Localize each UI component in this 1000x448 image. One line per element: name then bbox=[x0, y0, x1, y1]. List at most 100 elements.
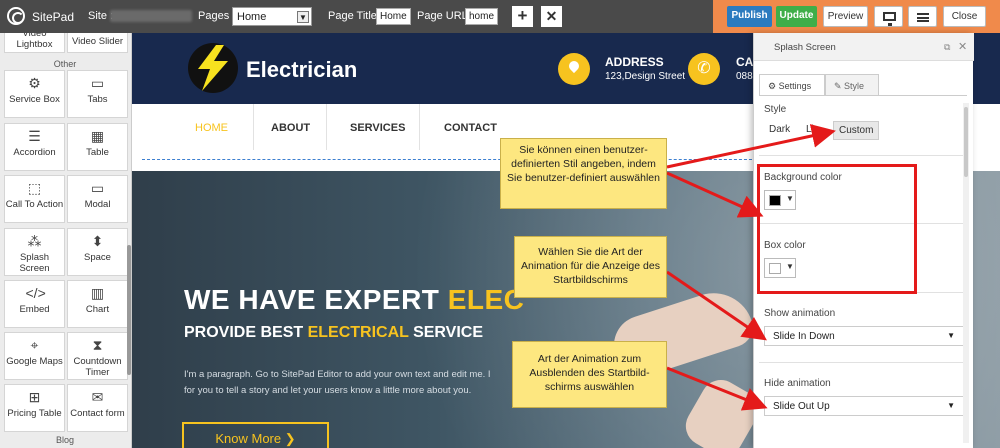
tab-settings[interactable]: ⚙ Settings bbox=[759, 74, 825, 96]
section-other-heading: Other bbox=[53, 59, 77, 69]
panel-scrollbar[interactable] bbox=[963, 103, 969, 443]
widget-label: Contact form bbox=[70, 408, 125, 419]
responsive-view-button[interactable] bbox=[874, 6, 903, 27]
tab-style[interactable]: ✎ Style bbox=[825, 74, 879, 96]
add-page-icon[interactable]: + bbox=[512, 6, 533, 27]
address-text: 123,Design Street bbox=[605, 71, 686, 82]
page-url-input[interactable]: home bbox=[465, 8, 499, 25]
widget-label: Tabs bbox=[87, 94, 108, 105]
table-icon: ▦ bbox=[90, 128, 105, 144]
preview-button[interactable]: Preview bbox=[823, 6, 868, 27]
caret-down-icon: ▼ bbox=[947, 331, 955, 340]
show-animation-value: Slide In Down bbox=[773, 331, 835, 342]
publish-button[interactable]: Publish bbox=[727, 6, 772, 27]
nav-services[interactable]: SERVICES bbox=[350, 122, 405, 134]
widget-pricing-table[interactable]: ⊞ Pricing Table bbox=[4, 384, 65, 432]
nav-about[interactable]: ABOUT bbox=[271, 122, 310, 134]
hide-animation-label: Hide animation bbox=[764, 378, 831, 389]
popout-icon[interactable]: ⧉ bbox=[944, 42, 950, 53]
app-brand: SitePad bbox=[32, 10, 75, 24]
monitor-icon bbox=[883, 12, 896, 26]
divider bbox=[759, 155, 964, 156]
site-brand: Electrician bbox=[246, 57, 358, 82]
know-more-button[interactable]: Know More ❯ bbox=[182, 422, 329, 448]
widget-contact-form[interactable]: ✉ Contact form bbox=[67, 384, 128, 432]
close-button[interactable]: Close bbox=[943, 6, 986, 27]
sitepad-logo-icon bbox=[7, 7, 25, 25]
divider bbox=[759, 362, 964, 363]
nav-home[interactable]: HOME bbox=[195, 122, 228, 134]
callout-hide-animation: Art der Animation zum Ausblenden des Sta… bbox=[512, 341, 667, 408]
address-title: ADDRESS bbox=[605, 55, 664, 69]
hero-heading: WE HAVE EXPERT ELEC bbox=[184, 284, 525, 315]
pages-label: Pages : bbox=[198, 10, 236, 22]
splash-icon: ⁂ bbox=[27, 233, 42, 249]
delete-page-icon[interactable]: ✕ bbox=[541, 6, 562, 27]
widget-video-lightbox[interactable]: Video Lightbox bbox=[4, 33, 65, 53]
tabs-icon: ▭ bbox=[90, 75, 105, 91]
highlight-box bbox=[757, 164, 917, 294]
page-title-input[interactable]: Home bbox=[376, 8, 411, 25]
widget-label: Video Lightbox bbox=[16, 33, 53, 50]
widget-splash-screen[interactable]: ⁂ Splash Screen bbox=[4, 228, 65, 276]
caret-down-icon: ▼ bbox=[947, 401, 955, 410]
show-animation-label: Show animation bbox=[764, 308, 836, 319]
widget-label: Modal bbox=[84, 199, 111, 210]
widget-google-maps[interactable]: ⌖ Google Maps bbox=[4, 332, 65, 380]
widget-table[interactable]: ▦ Table bbox=[67, 123, 128, 171]
show-animation-select[interactable]: Slide In Down ▼ bbox=[764, 326, 964, 346]
close-icon[interactable]: ✕ bbox=[958, 40, 967, 53]
nav-divider bbox=[326, 104, 327, 150]
site-name-blurred bbox=[110, 10, 192, 22]
pricing-icon: ⊞ bbox=[28, 389, 41, 405]
style-option-dark[interactable]: Dark bbox=[769, 124, 790, 135]
update-button[interactable]: Update bbox=[776, 6, 817, 27]
call-title: CA bbox=[736, 55, 754, 69]
nav-contact[interactable]: CONTACT bbox=[444, 122, 497, 134]
sidebar-scrollbar[interactable] bbox=[127, 245, 131, 375]
widget-chart[interactable]: ▥ Chart bbox=[67, 280, 128, 328]
widget-modal[interactable]: ▭ Modal bbox=[67, 175, 128, 223]
page-title-label: Page Title: bbox=[328, 10, 380, 22]
widget-label: Splash Screen bbox=[19, 252, 50, 274]
widget-call-to-action[interactable]: ⬚ Call To Action bbox=[4, 175, 65, 223]
code-icon: </> bbox=[25, 285, 46, 301]
widget-video-slider[interactable]: Video Slider bbox=[67, 33, 128, 53]
style-option-custom[interactable]: Custom bbox=[833, 121, 880, 140]
menu-button[interactable] bbox=[908, 6, 937, 27]
page-url-label: Page URL: bbox=[417, 10, 471, 22]
style-option-light[interactable]: Li bbox=[806, 124, 814, 135]
widget-embed[interactable]: </> Embed bbox=[4, 280, 65, 328]
widget-label: Accordion bbox=[13, 147, 56, 158]
widget-service-box[interactable]: ⚙ Service Box bbox=[4, 70, 65, 118]
widget-label: Video Slider bbox=[71, 36, 124, 47]
widget-label: Google Maps bbox=[6, 356, 63, 367]
widget-space[interactable]: ⬍ Space bbox=[67, 228, 128, 276]
chart-icon: ▥ bbox=[90, 285, 105, 301]
call-text: 088 bbox=[736, 71, 753, 82]
pages-select[interactable]: Home ▼ bbox=[232, 7, 312, 26]
hamburger-menu-icon bbox=[917, 13, 929, 22]
location-pin-icon bbox=[558, 53, 590, 85]
form-icon: ✉ bbox=[91, 389, 104, 405]
nav-divider bbox=[253, 104, 254, 150]
callout-show-animation: Wählen Sie die Art der Animation für die… bbox=[514, 236, 667, 298]
hide-animation-select[interactable]: Slide Out Up ▼ bbox=[764, 396, 964, 416]
widget-label: Service Box bbox=[9, 94, 60, 105]
style-label: Style bbox=[764, 104, 787, 115]
widget-accordion[interactable]: ☰ Accordion bbox=[4, 123, 65, 171]
pointer-icon: ⬚ bbox=[27, 180, 42, 196]
pages-select-value: Home bbox=[237, 11, 267, 23]
widget-label: Embed bbox=[19, 304, 50, 315]
hero-paragraph: I'm a paragraph. Go to SitePad Editor to… bbox=[184, 369, 491, 396]
phone-icon: ✆ bbox=[688, 53, 720, 85]
widget-tabs[interactable]: ▭ Tabs bbox=[67, 70, 128, 118]
widget-label: Pricing Table bbox=[7, 408, 62, 419]
nav-divider bbox=[419, 104, 420, 150]
widget-countdown-timer[interactable]: ⧗ Countdown Timer bbox=[67, 332, 128, 380]
lightning-logo-icon bbox=[188, 43, 238, 93]
modal-icon: ▭ bbox=[90, 180, 105, 196]
widget-label: Countdown Timer bbox=[73, 356, 122, 378]
panel-header: Splash Screen ⧉ ✕ bbox=[754, 33, 974, 61]
space-icon: ⬍ bbox=[91, 233, 104, 249]
